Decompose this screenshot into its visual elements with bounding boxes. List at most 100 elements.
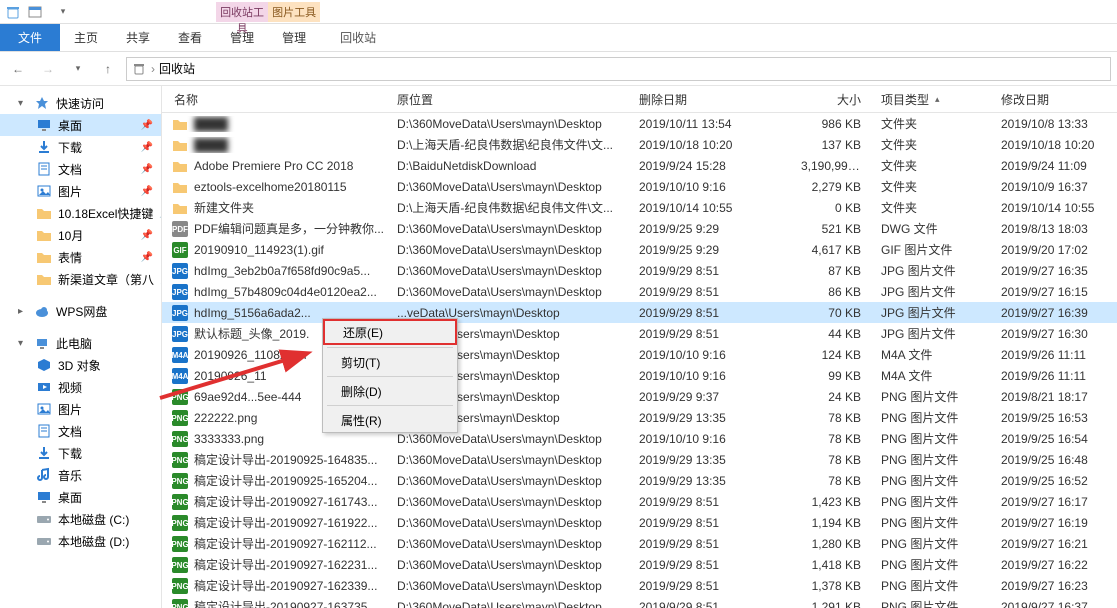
cell-date-modified: 2019/9/25 16:54 <box>993 432 1117 446</box>
pic-icon <box>36 183 52 199</box>
cell-type: M4A 文件 <box>873 367 993 384</box>
table-row[interactable]: JPG默认标题_头像_2019. ...veData\Users\mayn\De… <box>162 323 1117 344</box>
cell-date-modified: 2019/9/27 16:21 <box>993 537 1117 551</box>
table-row[interactable]: PNG3333333.png D:\360MoveData\Users\mayn… <box>162 428 1117 449</box>
sidebar-item-doc[interactable]: 文档📌 <box>0 158 161 180</box>
table-row[interactable]: PNG稿定设计导出-20190927-162339... D:\360MoveD… <box>162 575 1117 596</box>
star-icon <box>34 95 50 111</box>
png-icon: PNG <box>172 473 188 490</box>
sidebar-item-pic[interactable]: 图片📌 <box>0 180 161 202</box>
png-icon: PNG <box>172 431 188 448</box>
table-row[interactable]: PNG稿定设计导出-20190927-162231... D:\360MoveD… <box>162 554 1117 575</box>
ribbon-tab-recycle-manage[interactable]: 回收站工具 管理 <box>216 24 268 51</box>
table-row[interactable]: PNG稿定设计导出-20190925-164835... D:\360MoveD… <box>162 449 1117 470</box>
sidebar-item-folder[interactable]: 10.18Excel快捷键📌 <box>0 202 161 224</box>
nav-back-icon[interactable]: ← <box>6 57 30 81</box>
header-item-type[interactable]: 项目类型▴ <box>873 91 993 108</box>
breadcrumb[interactable]: › 回收站 <box>126 57 1111 81</box>
sidebar-item-music[interactable]: 音乐 <box>0 464 161 486</box>
table-row[interactable]: PNG稿定设计导出-20190925-165204... D:\360MoveD… <box>162 470 1117 491</box>
cell-date-deleted: 2019/9/25 9:29 <box>631 222 793 236</box>
header-date-modified[interactable]: 修改日期 <box>993 91 1117 108</box>
header-size[interactable]: 大小 <box>793 91 873 108</box>
table-row[interactable]: PNG69ae92d4...5ee-444 ...veData\Users\ma… <box>162 386 1117 407</box>
cell-original-location: D:\360MoveData\Users\mayn\Desktop <box>389 243 631 257</box>
cell-type: PNG 图片文件 <box>873 409 993 426</box>
sidebar-item-video[interactable]: 视频 <box>0 376 161 398</box>
sidebar-item-folder[interactable]: 10月📌 <box>0 224 161 246</box>
cell-type: PNG 图片文件 <box>873 493 993 510</box>
table-row[interactable]: PNG稿定设计导出-20190927-162112... D:\360MoveD… <box>162 533 1117 554</box>
table-row[interactable]: ████ D:\上海天盾-纪良伟数据\纪良伟文件\文... 2019/10/18… <box>162 134 1117 155</box>
ribbon-tab-file[interactable]: 文件 <box>0 24 60 51</box>
table-row[interactable]: ████ D:\360MoveData\Users\mayn\Desktop 2… <box>162 113 1117 134</box>
cell-type: 文件夹 <box>873 199 993 216</box>
nav-up-icon[interactable]: ↑ <box>96 57 120 81</box>
m4a-icon: M4A <box>172 347 188 364</box>
qat-dropdown-icon[interactable]: ▾ <box>54 3 72 21</box>
menu-item[interactable]: 删除(D) <box>323 379 457 403</box>
cell-type: M4A 文件 <box>873 346 993 363</box>
qat-properties-icon[interactable] <box>26 3 44 21</box>
sidebar-item-drive[interactable]: 本地磁盘 (D:) <box>0 530 161 552</box>
ribbon-tab-home[interactable]: 主页 <box>60 24 112 51</box>
menu-item[interactable]: 属性(R) <box>323 408 457 432</box>
table-row[interactable]: JPGhdImg_5156a6ada2... ...veData\Users\m… <box>162 302 1117 323</box>
sidebar-item-label: 表情 <box>58 249 82 266</box>
ribbon-tab-picture-manage[interactable]: 图片工具 管理 <box>268 24 320 51</box>
table-row[interactable]: PNG稿定设计导出-20190927-163735 D:\360MoveData… <box>162 596 1117 608</box>
table-row[interactable]: M4A20190926_110829.m ...veData\Users\may… <box>162 344 1117 365</box>
download-icon <box>36 445 52 461</box>
table-row[interactable]: PDFPDF编辑问题真是多，一分钟教你... D:\360MoveData\Us… <box>162 218 1117 239</box>
sidebar-item-pic[interactable]: 图片 <box>0 398 161 420</box>
file-name: 稿定设计导出-20190925-164835... <box>194 451 377 468</box>
table-row[interactable]: Adobe Premiere Pro CC 2018 D:\BaiduNetdi… <box>162 155 1117 176</box>
cell-original-location: D:\360MoveData\Users\mayn\Desktop <box>389 495 631 509</box>
cloud-icon <box>34 303 50 319</box>
sidebar-quick-access[interactable]: ▾ 快速访问 <box>0 92 161 114</box>
sidebar-item-3d[interactable]: 3D 对象 <box>0 354 161 376</box>
cell-size: 1,280 KB <box>793 537 873 551</box>
sidebar-item-label: 10.18Excel快捷键 <box>58 205 153 222</box>
table-row[interactable]: PNG222222.png ...veData\Users\mayn\Deskt… <box>162 407 1117 428</box>
jpg-icon: JPG <box>172 284 188 301</box>
table-row[interactable]: JPGhdImg_3eb2b0a7f658fd90c9a5... D:\360M… <box>162 260 1117 281</box>
table-row[interactable]: GIF20190910_114923(1).gif D:\360MoveData… <box>162 239 1117 260</box>
table-row[interactable]: M4A20190926_11 ...veData\Users\mayn\Desk… <box>162 365 1117 386</box>
sidebar-item-label: 10月 <box>58 227 83 244</box>
sidebar-item-doc[interactable]: 文档 <box>0 420 161 442</box>
table-row[interactable]: 新建文件夹 D:\上海天盾-纪良伟数据\纪良伟文件\文... 2019/10/1… <box>162 197 1117 218</box>
pin-icon: 📌 <box>141 142 153 153</box>
sidebar-item-folder[interactable]: 新渠道文章（第八📌 <box>0 268 161 290</box>
sidebar-item-desktop[interactable]: 桌面 <box>0 486 161 508</box>
breadcrumb-label: 回收站 <box>159 60 195 77</box>
sidebar-wps[interactable]: ▸ WPS网盘 <box>0 300 161 322</box>
sidebar-item-download[interactable]: 下载 <box>0 442 161 464</box>
table-row[interactable]: PNG稿定设计导出-20190927-161922... D:\360MoveD… <box>162 512 1117 533</box>
menu-item[interactable]: 还原(E) <box>323 319 457 345</box>
cell-size: 99 KB <box>793 369 873 383</box>
header-name[interactable]: 名称 <box>162 91 389 108</box>
cell-date-modified: 2019/9/26 11:11 <box>993 369 1117 383</box>
sidebar-item-desktop[interactable]: 桌面📌 <box>0 114 161 136</box>
file-name: 稿定设计导出-20190927-161922... <box>194 514 377 531</box>
table-row[interactable]: JPGhdImg_57b4809c04d4e0120ea2... D:\360M… <box>162 281 1117 302</box>
menu-item[interactable]: 剪切(T) <box>323 350 457 374</box>
nav-forward-icon[interactable]: → <box>36 57 60 81</box>
table-row[interactable]: PNG稿定设计导出-20190927-161743... D:\360MoveD… <box>162 491 1117 512</box>
ribbon-tab-share[interactable]: 共享 <box>112 24 164 51</box>
sidebar-this-pc[interactable]: ▾ 此电脑 <box>0 332 161 354</box>
sidebar-item-folder[interactable]: 表情📌 <box>0 246 161 268</box>
cell-size: 124 KB <box>793 348 873 362</box>
ribbon-tab-view[interactable]: 查看 <box>164 24 216 51</box>
cell-original-location: D:\360MoveData\Users\mayn\Desktop <box>389 432 631 446</box>
header-date-deleted[interactable]: 删除日期 <box>631 91 793 108</box>
m4a-icon: M4A <box>172 368 188 385</box>
table-row[interactable]: eztools-excelhome20180115 D:\360MoveData… <box>162 176 1117 197</box>
cell-type: JPG 图片文件 <box>873 262 993 279</box>
nav-recent-icon[interactable]: ▾ <box>66 57 90 81</box>
sidebar-item-download[interactable]: 下载📌 <box>0 136 161 158</box>
music-icon <box>36 467 52 483</box>
sidebar-item-drive[interactable]: 本地磁盘 (C:) <box>0 508 161 530</box>
header-original-location[interactable]: 原位置 <box>389 91 631 108</box>
